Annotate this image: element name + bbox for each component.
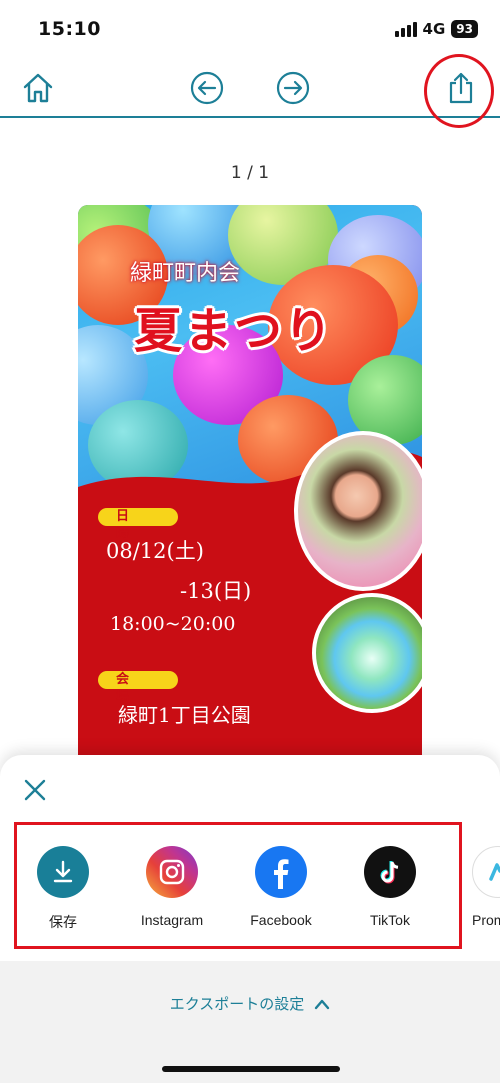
date-label: 日 時	[98, 508, 178, 542]
sheet-footer: エクスポートの設定	[0, 961, 500, 1083]
promeo-icon	[472, 846, 500, 898]
share-option-promeo[interactable]: Prom	[448, 846, 500, 928]
close-button[interactable]	[22, 777, 48, 803]
status-bar: 15:10 4G 93	[0, 0, 500, 60]
share-option-label: TikTok	[370, 912, 410, 928]
close-icon	[24, 779, 46, 801]
share-option-instagram[interactable]: Instagram	[122, 846, 222, 928]
network-type: 4G	[422, 20, 446, 38]
share-option-label: Instagram	[140, 912, 204, 928]
export-settings-label: エクスポートの設定	[169, 995, 305, 1013]
export-settings-toggle[interactable]: エクスポートの設定	[0, 993, 500, 1014]
photo-girl-yukata	[294, 431, 422, 591]
facebook-icon	[255, 846, 307, 898]
poster-date-line1: 08/12(土)	[106, 539, 204, 563]
home-icon	[23, 73, 53, 103]
signal-icon	[394, 21, 417, 37]
share-option-tiktok[interactable]: TikTok	[340, 846, 440, 928]
poster-date-line2: -13(日)	[180, 579, 252, 603]
poster-venue: 緑町1丁目公園	[118, 703, 251, 727]
chevron-up-icon	[315, 999, 330, 1009]
poster-title: 夏まつり	[134, 303, 335, 359]
download-icon	[37, 846, 89, 898]
instagram-icon	[146, 846, 198, 898]
undo-icon	[190, 71, 224, 105]
share-option-save[interactable]: 保存	[13, 846, 113, 932]
battery-level: 93	[451, 20, 478, 38]
home-indicator	[162, 1066, 340, 1072]
poster-time: 18:00~20:00	[110, 613, 236, 635]
share-option-label: 保存	[49, 914, 77, 930]
undo-button[interactable]	[187, 68, 227, 108]
page-counter: 1 / 1	[230, 163, 270, 183]
tiktok-icon	[364, 846, 416, 898]
photo-shaved-ice	[312, 593, 422, 713]
venue-label: 会 場	[98, 671, 178, 705]
redo-button[interactable]	[273, 68, 313, 108]
redo-icon	[276, 71, 310, 105]
poster-organizer: 緑町町内会	[130, 261, 241, 286]
status-indicators: 4G 93	[394, 20, 478, 38]
share-option-label: Facebook	[250, 912, 312, 928]
share-option-label: Prom	[472, 912, 500, 928]
share-option-facebook[interactable]: Facebook	[231, 846, 331, 928]
home-button[interactable]	[18, 68, 58, 108]
share-sheet: 保存 Instagram Facebook TikTok Prom エクスポート…	[0, 755, 500, 1083]
status-time: 15:10	[38, 18, 101, 40]
poster-preview[interactable]: 緑町町内会 夏まつり 日 時 08/12(土) -13(日) 18:00~20:…	[78, 205, 422, 805]
share-button-highlight	[424, 54, 494, 128]
